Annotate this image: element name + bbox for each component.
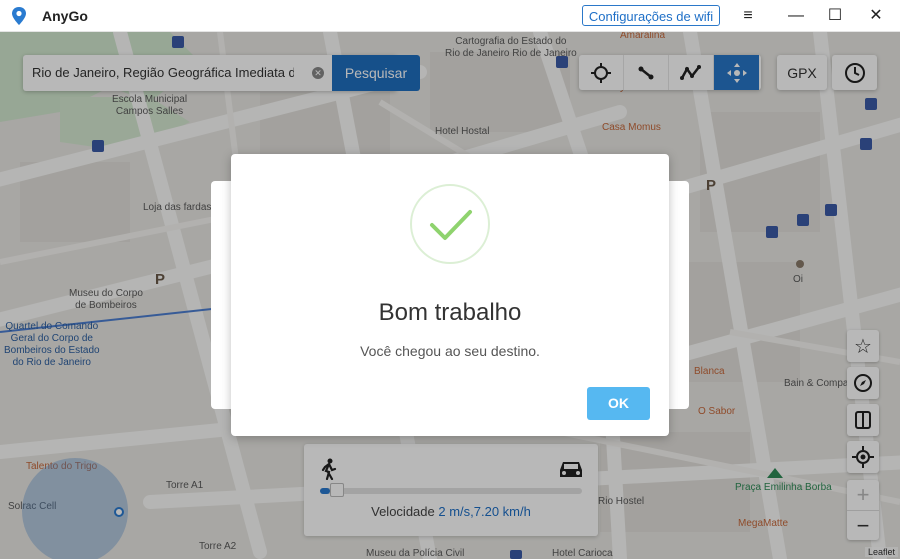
minimize-button[interactable]: — xyxy=(786,6,806,26)
menu-icon[interactable]: ≡ xyxy=(738,6,758,26)
wifi-settings-button[interactable]: Configurações de wifi xyxy=(582,5,720,26)
close-button[interactable]: ✕ xyxy=(866,6,886,26)
app-title: AnyGo xyxy=(42,8,88,24)
title-bar: AnyGo Configurações de wifi ≡ — ☐ ✕ xyxy=(0,0,900,32)
ok-button[interactable]: OK xyxy=(587,387,650,420)
arrival-dialog: Bom trabalho Você chegou ao seu destino.… xyxy=(231,154,669,436)
dialog-message: Você chegou ao seu destino. xyxy=(360,343,540,359)
location-pin-logo-icon xyxy=(12,7,26,25)
success-check-icon xyxy=(410,184,490,264)
dialog-title: Bom trabalho xyxy=(378,299,522,326)
maximize-button[interactable]: ☐ xyxy=(825,6,845,26)
